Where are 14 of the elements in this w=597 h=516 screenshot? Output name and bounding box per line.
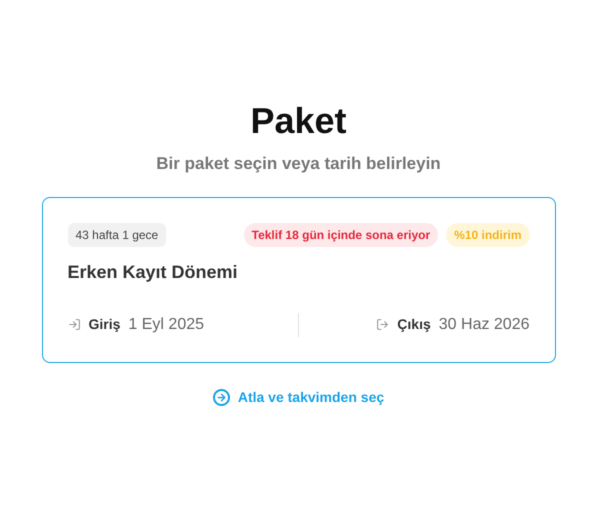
expiry-badge: Teklif 18 gün içinde sona eriyor <box>244 222 438 246</box>
duration-tag: 43 hafta 1 gece <box>68 222 166 246</box>
check-out-label: Çıkış <box>397 315 431 334</box>
page-title: Paket <box>250 99 347 143</box>
discount-badge: %10 indirim <box>446 222 530 246</box>
check-in-label: Giriş <box>88 315 120 334</box>
page-subtitle: Bir paket seçin veya tarih belirleyin <box>156 153 441 175</box>
check-in-icon <box>68 318 80 331</box>
skip-link-text: Atla ve takvimden seç <box>238 388 384 407</box>
package-card[interactable]: 43 hafta 1 gece Teklif 18 gün içinde sona eriyor %10 indirim Erken Kayıt Dönemi Giriş 1 Eyl 2025 Çıkış 30 Haz 2026 <box>42 196 556 362</box>
check-out-icon <box>376 318 390 331</box>
package-name: Erken Kayıt Dönemi <box>68 260 239 284</box>
check-out-date: 30 Haz 2026 <box>438 314 530 334</box>
check-in-date: 1 Eyl 2025 <box>128 314 204 334</box>
